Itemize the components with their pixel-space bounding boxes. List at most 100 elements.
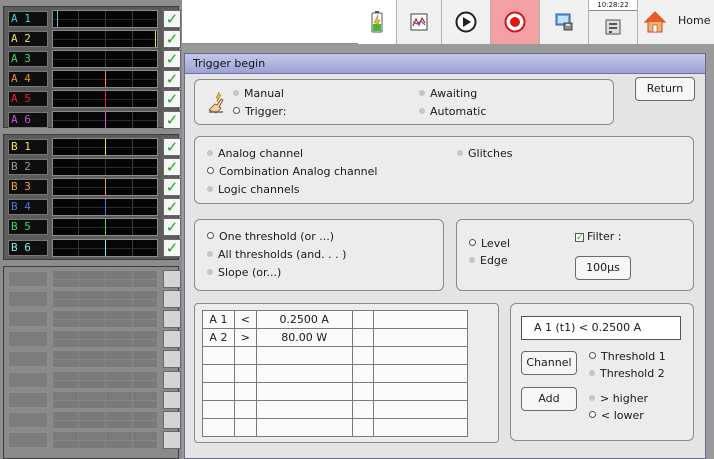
channel-trace[interactable] (52, 218, 158, 237)
channel-checkbox[interactable]: ✓ (163, 70, 181, 89)
channel-row[interactable]: B 5 ✓ (8, 218, 181, 237)
mode-manual-radio[interactable]: Manual (233, 87, 284, 101)
channel-checkbox[interactable] (163, 350, 181, 369)
channel-trace[interactable] (52, 178, 158, 197)
channel-checkbox[interactable] (163, 410, 181, 429)
channel-row[interactable]: A 3 ✓ (8, 50, 181, 69)
table-row[interactable] (202, 400, 468, 419)
detection-level-radio[interactable]: Level (469, 237, 510, 251)
channel-row[interactable] (8, 290, 181, 309)
channel-trace[interactable] (52, 410, 158, 429)
channel-checkbox[interactable]: ✓ (163, 50, 181, 69)
channel-trace[interactable] (52, 50, 158, 69)
mode-awaiting-radio[interactable]: Awaiting (419, 87, 477, 101)
channel-checkbox[interactable]: ✓ (163, 90, 181, 109)
mode-automatic-radio[interactable]: Automatic (419, 105, 486, 119)
channel-checkbox[interactable] (163, 270, 181, 288)
clock-settings-button[interactable]: 10:28:22 (588, 0, 638, 44)
table-row[interactable] (202, 418, 468, 437)
channel-checkbox[interactable] (163, 370, 181, 389)
channel-trace[interactable] (52, 330, 158, 349)
channel-checkbox[interactable]: ✓ (163, 110, 181, 129)
channel-row[interactable]: B 4 ✓ (8, 198, 181, 217)
channel-trace[interactable] (52, 138, 158, 156)
source-glitches-radio[interactable]: Glitches (457, 147, 512, 161)
channel-row[interactable] (8, 370, 181, 389)
channel-row[interactable] (8, 310, 181, 329)
channel-checkbox[interactable] (163, 310, 181, 329)
channel-trace[interactable] (52, 90, 158, 109)
channel-checkbox[interactable]: ✓ (163, 198, 181, 217)
channel-row[interactable] (8, 330, 181, 349)
higher-radio[interactable]: > higher (589, 392, 648, 406)
channel-checkbox[interactable]: ✓ (163, 218, 181, 237)
channel-trace[interactable] (52, 290, 158, 309)
home-button[interactable]: Home (637, 0, 714, 44)
channel-trace[interactable] (52, 10, 158, 28)
table-row[interactable] (202, 346, 468, 365)
detection-edge-radio[interactable]: Edge (469, 254, 508, 268)
battery-button[interactable] (358, 0, 396, 44)
channel-row[interactable]: B 2 ✓ (8, 158, 181, 177)
channel-checkbox[interactable]: ✓ (163, 178, 181, 197)
channel-trace[interactable] (52, 310, 158, 329)
filter-value-button[interactable]: 100µs (575, 256, 631, 280)
channel-trace[interactable] (52, 198, 158, 217)
table-row[interactable] (202, 382, 468, 401)
add-button[interactable]: Add (521, 387, 577, 411)
threshold-all-radio[interactable]: All thresholds (and. . . ) (207, 248, 346, 262)
threshold1-radio[interactable]: Threshold 1 (589, 350, 666, 364)
filter-checkbox[interactable]: ✓ Filter : (575, 230, 621, 244)
channel-checkbox[interactable] (163, 430, 181, 449)
threshold-one-radio[interactable]: One threshold (or ...) (207, 230, 334, 244)
mode-trigger-radio[interactable]: Trigger: (233, 105, 286, 119)
table-row[interactable]: A 2 >80.00 W (202, 328, 468, 347)
source-logic-radio[interactable]: Logic channels (207, 183, 300, 197)
graph-window-button[interactable] (396, 0, 441, 44)
channel-trace[interactable] (52, 370, 158, 389)
channel-row[interactable]: B 6 ✓ (8, 238, 181, 257)
channel-trace[interactable] (52, 238, 158, 257)
record-button[interactable] (490, 0, 539, 44)
channel-row[interactable] (8, 410, 181, 429)
channel-trace[interactable] (52, 270, 158, 288)
channel-row[interactable]: A 6 ✓ (8, 110, 181, 129)
expression-field[interactable]: A 1 (t1) < 0.2500 A (521, 316, 681, 340)
channel-row[interactable]: B 1 ✓ (8, 138, 181, 156)
channel-row[interactable]: A 2 ✓ (8, 30, 181, 49)
play-button[interactable] (441, 0, 490, 44)
table-row[interactable] (202, 364, 468, 383)
channel-trace[interactable] (52, 390, 158, 409)
lower-radio[interactable]: < lower (589, 409, 644, 423)
save-button[interactable] (539, 0, 588, 44)
source-combination-radio[interactable]: Combination Analog channel (207, 165, 377, 179)
channel-checkbox[interactable] (163, 390, 181, 409)
channel-trace[interactable] (52, 430, 158, 449)
return-button[interactable]: Return (635, 77, 695, 101)
channel-trace[interactable] (52, 350, 158, 369)
channel-checkbox[interactable] (163, 290, 181, 309)
channel-button[interactable]: Channel (521, 351, 577, 375)
channel-row[interactable]: A 1 ✓ (8, 10, 181, 28)
channel-checkbox[interactable]: ✓ (163, 238, 181, 257)
channel-trace[interactable] (52, 70, 158, 89)
channel-checkbox[interactable]: ✓ (163, 158, 181, 177)
channel-checkbox[interactable]: ✓ (163, 30, 181, 49)
channel-row[interactable] (8, 350, 181, 369)
channel-row[interactable] (8, 430, 181, 449)
channel-row[interactable] (8, 390, 181, 409)
channel-row[interactable]: A 5 ✓ (8, 90, 181, 109)
channel-row[interactable] (8, 270, 181, 288)
threshold-slope-radio[interactable]: Slope (or...) (207, 266, 281, 280)
channel-trace[interactable] (52, 30, 158, 49)
channel-row[interactable]: B 3 ✓ (8, 178, 181, 197)
channel-trace[interactable] (52, 158, 158, 177)
channel-checkbox[interactable] (163, 330, 181, 349)
threshold2-radio[interactable]: Threshold 2 (589, 367, 665, 381)
channel-trace[interactable] (52, 110, 158, 129)
source-analog-radio[interactable]: Analog channel (207, 147, 303, 161)
channel-row[interactable]: A 4 ✓ (8, 70, 181, 89)
channel-checkbox[interactable]: ✓ (163, 138, 181, 156)
table-row[interactable]: A 1 <0.2500 A (202, 310, 468, 329)
channel-checkbox[interactable]: ✓ (163, 10, 181, 28)
